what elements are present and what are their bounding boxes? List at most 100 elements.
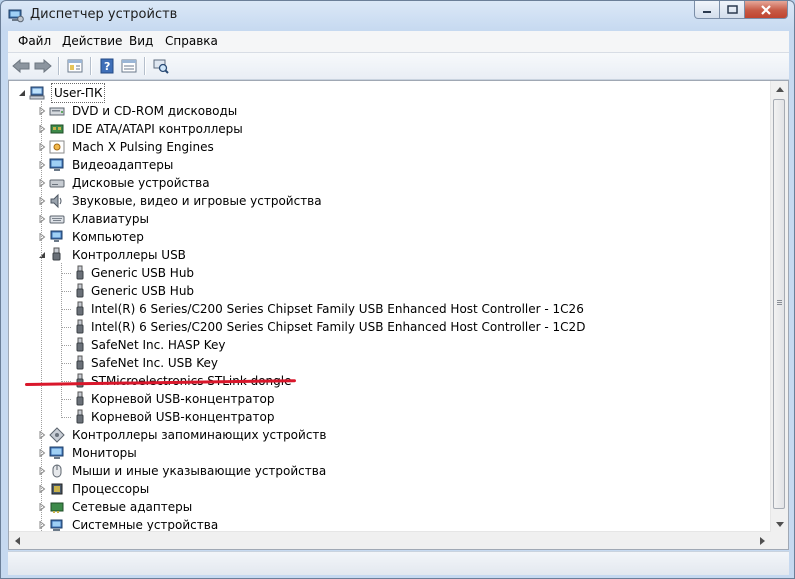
- horizontal-scrollbar[interactable]: [9, 531, 771, 549]
- scroll-thumb[interactable]: [773, 99, 785, 509]
- tree-category[interactable]: Сетевые адаптеры: [9, 498, 769, 516]
- menu-bar: Файл Действие Вид Справка: [8, 31, 789, 53]
- tree-category[interactable]: Mach X Pulsing Engines: [9, 138, 769, 156]
- status-bar: [8, 551, 789, 575]
- tree-device[interactable]: Intel(R) 6 Series/C200 Series Chipset Fa…: [9, 300, 769, 318]
- tree-category[interactable]: IDE ATA/ATAPI контроллеры: [9, 120, 769, 138]
- tree-device[interactable]: Generic USB Hub: [9, 282, 769, 300]
- scan-hardware-icon: [153, 59, 169, 74]
- tree-category[interactable]: Клавиатуры: [9, 210, 769, 228]
- tree-item-label: Корневой USB-концентратор: [91, 410, 275, 424]
- forward-arrow-icon: [34, 59, 52, 73]
- tree-category[interactable]: Мыши и иные указывающие устройства: [9, 462, 769, 480]
- expand-arrow-icon[interactable]: [38, 503, 46, 511]
- tree-item-label: Мыши и иные указывающие устройства: [72, 464, 327, 478]
- expand-arrow-icon[interactable]: [38, 107, 46, 115]
- tree-category[interactable]: Мониторы: [9, 444, 769, 462]
- expand-arrow-icon[interactable]: [38, 179, 46, 187]
- close-button[interactable]: [745, 1, 788, 19]
- tree-category[interactable]: Звуковые, видео и игровые устройства: [9, 192, 769, 210]
- show-hide-console-tree-icon: [67, 59, 83, 73]
- ide-controller-icon: [49, 121, 65, 137]
- properties-button[interactable]: [118, 56, 140, 76]
- close-icon: [761, 4, 771, 15]
- tree-category[interactable]: Дисковые устройства: [9, 174, 769, 192]
- expand-arrow-icon[interactable]: [38, 521, 46, 529]
- device-tree-panel[interactable]: User-ПК DVD и CD-ROM дисководы IDE ATA/ATA…: [8, 80, 789, 550]
- forward-button[interactable]: [32, 56, 54, 76]
- expand-arrow-icon[interactable]: [38, 215, 46, 223]
- expand-arrow-icon[interactable]: [38, 161, 46, 169]
- tree-item-label: IDE ATA/ATAPI контроллеры: [72, 122, 243, 136]
- tree-root[interactable]: User-ПК: [9, 83, 769, 103]
- scrollbar-corner: [771, 532, 788, 549]
- disk-drive-icon: [49, 175, 65, 191]
- help-button[interactable]: ?: [96, 56, 118, 76]
- title-bar[interactable]: Диспетчер устройств: [1, 1, 794, 30]
- tree-device[interactable]: Корневой USB-концентратор: [9, 390, 769, 408]
- tree-item-label: Дисковые устройства: [72, 176, 210, 190]
- menu-view[interactable]: Вид: [129, 34, 153, 48]
- expand-arrow-icon[interactable]: [38, 197, 46, 205]
- scroll-left-arrow-icon[interactable]: [9, 532, 26, 549]
- tree-item-label: Процессоры: [72, 482, 150, 496]
- expand-arrow-icon[interactable]: [38, 449, 46, 457]
- tree-item-label: Звуковые, видео и игровые устройства: [72, 194, 322, 208]
- tree-category[interactable]: Процессоры: [9, 480, 769, 498]
- vertical-scrollbar[interactable]: [770, 81, 788, 533]
- tree-item-label: Клавиатуры: [72, 212, 149, 226]
- expand-arrow-icon[interactable]: [38, 431, 46, 439]
- window-title: Диспетчер устройств: [30, 7, 178, 22]
- back-button[interactable]: [10, 56, 32, 76]
- tree-device[interactable]: SafeNet Inc. USB Key: [9, 354, 769, 372]
- menu-file[interactable]: Файл: [18, 34, 51, 48]
- minimize-button[interactable]: [694, 1, 720, 19]
- tree-item-label: SafeNet Inc. USB Key: [91, 356, 219, 370]
- tree-item-label: Мониторы: [72, 446, 137, 460]
- tree-item-label: User-ПК: [50, 83, 106, 103]
- tree-device[interactable]: Intel(R) 6 Series/C200 Series Chipset Fa…: [9, 318, 769, 336]
- tree-item-label: Intel(R) 6 Series/C200 Series Chipset Fa…: [91, 302, 584, 316]
- help-icon: ?: [100, 58, 114, 74]
- usb-device-icon: [72, 283, 88, 299]
- speaker-icon: [49, 193, 65, 209]
- tree-item-label: SafeNet Inc. HASP Key: [91, 338, 226, 352]
- menu-help[interactable]: Справка: [165, 34, 218, 48]
- back-arrow-icon: [12, 59, 30, 73]
- expand-arrow-icon[interactable]: [38, 233, 46, 241]
- tree-device[interactable]: SafeNet Inc. HASP Key: [9, 336, 769, 354]
- tree-item-label: Контроллеры USB: [72, 248, 186, 262]
- tree-category[interactable]: DVD и CD-ROM дисководы: [9, 102, 769, 120]
- maximize-button[interactable]: [720, 1, 745, 19]
- collapse-arrow-icon[interactable]: [38, 251, 46, 259]
- expand-arrow-icon[interactable]: [38, 125, 46, 133]
- svg-text:?: ?: [104, 60, 110, 73]
- usb-device-icon: [72, 409, 88, 425]
- expand-arrow-icon[interactable]: [38, 143, 46, 151]
- usb-device-icon: [72, 337, 88, 353]
- expand-arrow-icon[interactable]: [38, 467, 46, 475]
- scroll-down-arrow-icon[interactable]: [771, 516, 788, 533]
- tree-device[interactable]: Generic USB Hub: [9, 264, 769, 282]
- collapse-arrow-icon[interactable]: [18, 89, 26, 97]
- tree-category[interactable]: Контроллеры USB: [9, 246, 769, 264]
- tree-item-label: Сетевые адаптеры: [72, 500, 193, 514]
- tree-category[interactable]: Контроллеры запоминающих устройств: [9, 426, 769, 444]
- dvd-drive-icon: [49, 103, 65, 119]
- scan-hardware-button[interactable]: [150, 56, 172, 76]
- device-manager-window: Диспетчер устройств Файл Действие Вид Сп…: [0, 0, 795, 579]
- tree-device[interactable]: Корневой USB-концентратор: [9, 408, 769, 426]
- tree-category[interactable]: Компьютер: [9, 228, 769, 246]
- display-adapter-icon: [49, 157, 65, 173]
- tree-item-label: Generic USB Hub: [91, 266, 195, 280]
- usb-device-icon: [72, 319, 88, 335]
- expand-arrow-icon[interactable]: [38, 485, 46, 493]
- scroll-right-arrow-icon[interactable]: [754, 532, 771, 549]
- computer-icon: [29, 85, 45, 101]
- usb-device-icon: [72, 265, 88, 281]
- tree-item-label: Видеоадаптеры: [72, 158, 174, 172]
- tree-category[interactable]: Видеоадаптеры: [9, 156, 769, 174]
- console-tree-button[interactable]: [64, 56, 86, 76]
- scroll-up-arrow-icon[interactable]: [771, 81, 788, 98]
- menu-action[interactable]: Действие: [62, 34, 122, 48]
